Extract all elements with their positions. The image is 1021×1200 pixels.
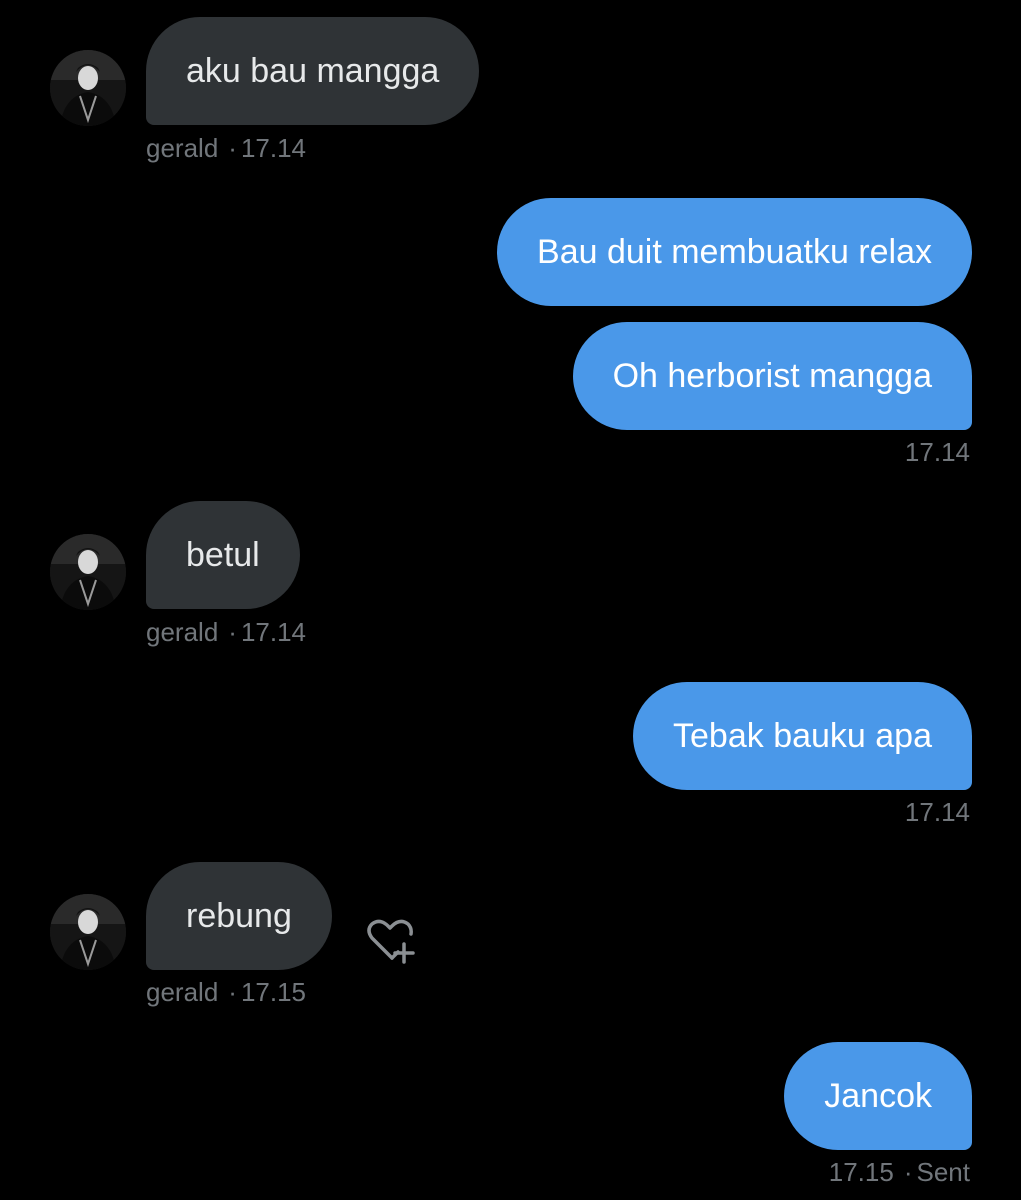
message-time: 17.14 [904,437,970,467]
avatar[interactable] [50,534,126,610]
message-bubble-outgoing[interactable]: Oh herborist mangga [572,322,972,430]
sender-name: gerald [146,617,219,647]
message-meta: 17.14 [905,797,970,827]
sender-name: gerald [146,977,219,1007]
message-meta: gerald · 17.14 [146,133,306,163]
separator-dot: · [903,1157,913,1187]
sender-name: gerald [146,133,219,163]
avatar[interactable] [50,894,126,970]
profile-photo-icon [50,50,126,126]
profile-photo-icon [50,894,126,970]
message-bubble-incoming[interactable]: aku bau mangga [146,17,480,125]
dm-conversation: aku bau mangga gerald · 17.14 Bau duit mem… [0,0,1021,1200]
message-time: 17.14 [240,133,307,163]
message-text: betul [186,536,260,574]
message-text: aku bau mangga [186,52,440,90]
message-text: Oh herborist mangga [612,357,932,395]
message-meta: 17.15 · Sent [829,1157,970,1187]
message-text: rebung [186,897,292,935]
message-meta: gerald · 17.15 [146,977,306,1007]
message-meta: gerald · 17.14 [146,617,306,647]
message-text: Tebak bauku apa [673,717,932,755]
separator-dot: · [228,133,237,163]
profile-photo-icon [50,534,126,610]
heart-plus-icon[interactable] [362,914,418,970]
message-bubble-outgoing[interactable]: Jancok [784,1042,972,1150]
avatar[interactable] [50,50,126,126]
separator-dot: · [228,617,237,647]
message-text: Bau duit membuatku relax [537,233,932,271]
message-status: Sent [916,1157,971,1187]
message-bubble-outgoing[interactable]: Bau duit membuatku relax [497,198,972,306]
message-time: 17.14 [240,617,307,647]
message-time: 17.15 [240,977,307,1007]
message-time: 17.14 [904,797,970,827]
message-bubble-incoming[interactable]: betul [146,501,300,609]
message-meta: 17.14 [905,437,970,467]
message-bubble-outgoing[interactable]: Tebak bauku apa [633,682,972,790]
message-text: Jancok [824,1077,932,1115]
message-time: 17.15 [828,1157,894,1187]
message-bubble-incoming[interactable]: rebung [146,862,332,970]
separator-dot: · [228,977,237,1007]
